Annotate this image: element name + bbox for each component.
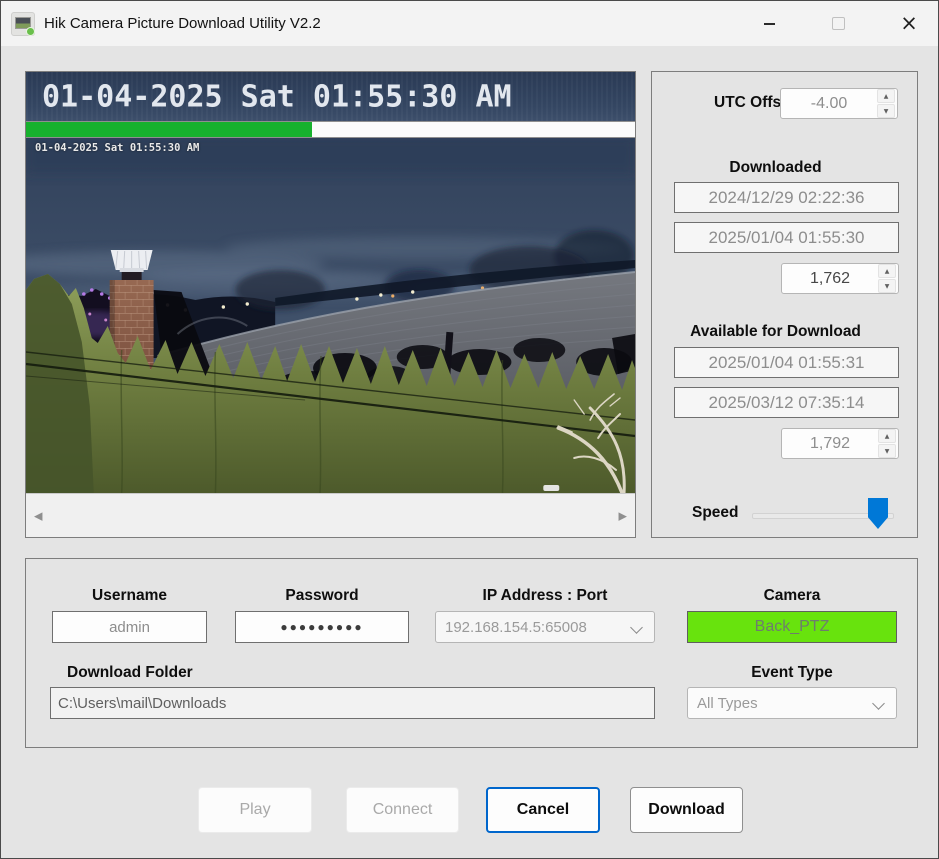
username-label: Username (52, 587, 207, 605)
scroll-right-icon[interactable]: ▶ (619, 509, 627, 522)
preview-panel: 01-04-2025 Sat 01:55:30 AM 01-04-2025 Sa… (25, 71, 636, 538)
password-input[interactable]: ●●●●●●●●● (235, 611, 409, 643)
connect-button[interactable]: Connect (346, 787, 459, 833)
maximize-button (816, 1, 860, 46)
settings-panel: UTC Offset -4.00 ▲ ▼ Downloaded 2024/12/… (651, 71, 918, 538)
speed-label: Speed (692, 504, 739, 522)
password-label: Password (235, 587, 409, 605)
downloaded-count-spinner[interactable]: 1,762 ▲ ▼ (781, 263, 899, 294)
spin-down-icon[interactable]: ▼ (878, 279, 896, 293)
cancel-button[interactable]: Cancel (486, 787, 600, 833)
app-icon (11, 12, 35, 36)
utc-offset-spinner[interactable]: -4.00 ▲ ▼ (780, 88, 898, 119)
close-button[interactable]: × (887, 1, 931, 46)
spin-up-icon[interactable]: ▲ (877, 89, 895, 103)
download-progress-bar (26, 121, 635, 138)
spin-down-icon[interactable]: ▼ (877, 104, 895, 118)
downloaded-start-field: 2024/12/29 02:22:36 (674, 182, 899, 213)
camera-label: Camera (687, 587, 897, 605)
minimize-button[interactable] (747, 1, 791, 46)
username-input[interactable]: admin (52, 611, 207, 643)
connection-form-panel: Username Password IP Address : Port Came… (25, 558, 918, 748)
camera-preview: 01-04-2025 Sat 01:55:30 AM (26, 138, 635, 493)
event-type-value: All Types (697, 695, 758, 712)
download-button[interactable]: Download (630, 787, 743, 833)
maximize-icon (832, 17, 845, 30)
available-label: Available for Download (652, 323, 899, 341)
spin-up-icon[interactable]: ▲ (878, 264, 896, 278)
download-folder-label: Download Folder (67, 664, 193, 682)
spin-up-icon[interactable]: ▲ (878, 429, 896, 443)
downloaded-end-field: 2025/01/04 01:55:30 (674, 222, 899, 253)
timestamp-banner: 01-04-2025 Sat 01:55:30 AM (26, 72, 635, 121)
window-title: Hik Camera Picture Download Utility V2.2 (44, 15, 321, 32)
event-type-combobox[interactable]: All Types (687, 687, 897, 719)
utc-offset-value: -4.00 (781, 95, 877, 113)
minimize-icon (764, 23, 775, 25)
downloaded-label: Downloaded (652, 159, 899, 177)
speed-slider-thumb[interactable] (868, 498, 888, 529)
horizontal-scrollbar[interactable]: ◀ ▶ (26, 493, 635, 537)
event-type-label: Event Type (687, 664, 897, 682)
scroll-left-icon[interactable]: ◀ (34, 509, 42, 522)
title-bar: Hik Camera Picture Download Utility V2.2… (1, 1, 938, 46)
chevron-down-icon (630, 621, 643, 634)
camera-image (26, 138, 635, 493)
chevron-down-icon (872, 697, 885, 710)
ip-port-label: IP Address : Port (435, 587, 655, 605)
ip-port-combobox[interactable]: 192.168.154.5:65008 (435, 611, 655, 643)
close-icon: × (900, 13, 918, 34)
downloaded-count-value: 1,762 (782, 270, 878, 288)
download-folder-input[interactable]: C:\Users\mail\Downloads (50, 687, 655, 719)
app-icon-badge (26, 27, 35, 36)
spin-down-icon[interactable]: ▼ (878, 444, 896, 458)
camera-field: Back_PTZ (687, 611, 897, 643)
banner-timestamp: 01-04-2025 Sat 01:55:30 AM (42, 79, 512, 114)
image-timestamp-overlay: 01-04-2025 Sat 01:55:30 AM (35, 142, 199, 154)
available-start-field: 2025/01/04 01:55:31 (674, 347, 899, 378)
play-button[interactable]: Play (198, 787, 312, 833)
progress-fill (26, 122, 312, 137)
available-count-spinner[interactable]: 1,792 ▲ ▼ (781, 428, 899, 459)
available-end-field: 2025/03/12 07:35:14 (674, 387, 899, 418)
ip-port-value: 192.168.154.5:65008 (445, 619, 587, 636)
available-count-value: 1,792 (782, 435, 878, 453)
